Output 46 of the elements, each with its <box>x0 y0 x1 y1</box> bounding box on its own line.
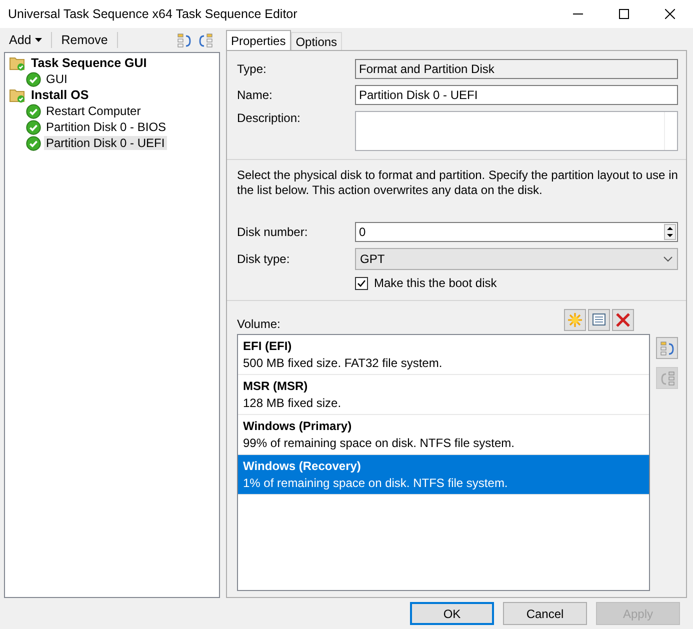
volume-label: Volume: <box>237 317 282 331</box>
tree-item[interactable]: Partition Disk 0 - UEFI <box>44 136 167 150</box>
tree-item[interactable]: GUI <box>44 72 70 86</box>
properties-icon[interactable] <box>588 309 610 331</box>
field-label: Disk number: <box>237 225 309 239</box>
field-label: Disk type: <box>237 252 291 266</box>
check-icon <box>26 136 41 150</box>
field-label: Type: <box>237 62 268 76</box>
move-up-icon[interactable] <box>656 337 678 359</box>
maximize-icon[interactable] <box>619 9 629 19</box>
volume-item[interactable]: EFI (EFI) 500 MB fixed size. FAT32 file system. <box>238 335 649 375</box>
volume-item[interactable]: Windows (Recovery) 1% of remaining space on disk. NTFS file system. <box>238 455 649 495</box>
add-menu-button[interactable]: Add <box>4 31 48 49</box>
spinner-icon[interactable] <box>664 224 676 240</box>
dialog-button[interactable]: Cancel <box>503 602 587 625</box>
check-icon <box>26 104 41 118</box>
check-icon <box>26 72 41 86</box>
disk-number-field[interactable]: 0 <box>355 222 678 242</box>
field-label: Description: <box>237 111 302 125</box>
checkbox-label: Make this the boot disk <box>374 276 497 290</box>
check-icon <box>26 120 41 134</box>
tab[interactable]: Properties <box>226 30 291 50</box>
description-field[interactable] <box>355 111 678 151</box>
chevron-down-icon <box>663 256 673 262</box>
delete-icon[interactable] <box>612 309 634 331</box>
disk-type-dropdown[interactable]: GPT <box>355 248 678 270</box>
close-icon[interactable] <box>665 9 675 19</box>
instructions-text: Select the physical disk to format and partition. Specify the partition layout to use in the list below. This action overwrites any data on the disk. <box>237 168 678 198</box>
folder-check-icon <box>9 55 26 71</box>
tree-item[interactable]: Task Sequence GUI <box>29 56 149 70</box>
move-down-icon[interactable] <box>197 32 214 48</box>
tree-item[interactable]: Install OS <box>29 88 91 102</box>
tree-item[interactable]: Partition Disk 0 - BIOS <box>44 120 168 134</box>
folder-check-icon <box>9 87 26 103</box>
window-title: Universal Task Sequence x64 Task Sequence Editor <box>8 7 298 21</box>
remove-button[interactable]: Remove <box>56 31 113 49</box>
name-field[interactable]: Partition Disk 0 - UEFI <box>355 85 678 105</box>
field-label: Name: <box>237 88 274 102</box>
volume-item[interactable]: MSR (MSR) 128 MB fixed size. <box>238 375 649 415</box>
tab[interactable]: Options <box>290 32 342 50</box>
dialog-button[interactable]: OK <box>410 602 494 625</box>
move-up-icon[interactable] <box>176 32 193 48</box>
caret-icon <box>35 38 42 42</box>
tree-item[interactable]: Restart Computer <box>44 104 143 118</box>
type-field[interactable]: Format and Partition Disk <box>355 59 678 79</box>
boot-disk-checkbox[interactable] <box>355 276 368 290</box>
